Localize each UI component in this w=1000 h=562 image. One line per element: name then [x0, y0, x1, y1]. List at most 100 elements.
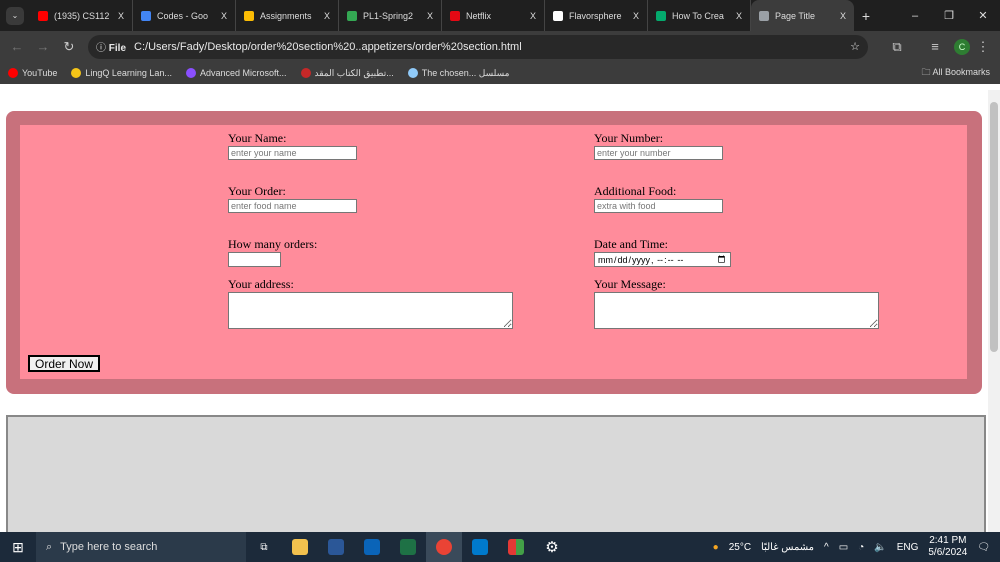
url-bar[interactable]: ⓘ File C:/Users/Fady/Desktop/order%20sec…	[88, 34, 868, 59]
additional-label: Additional Food:	[594, 184, 677, 198]
address-label: Your address:	[228, 277, 294, 291]
order-field: Your Order:	[228, 184, 357, 213]
bookmark-item[interactable]: YouTube	[8, 68, 57, 79]
bookmark-item[interactable]: LingQ Learning Lan...	[71, 68, 172, 79]
tab-title: Flavorsphere	[569, 10, 622, 21]
tab-4[interactable]: Netflix X	[442, 0, 545, 31]
tab-title: Page Title	[775, 10, 816, 21]
number-input[interactable]	[594, 146, 723, 160]
tab-close-icon[interactable]: X	[530, 11, 536, 21]
app-icon[interactable]	[498, 532, 534, 562]
all-bookmarks[interactable]: 🗀 All Bookmarks	[921, 65, 1000, 81]
bookmark-label: تطبيق الكتاب المقد...	[314, 67, 394, 78]
excel-icon[interactable]	[390, 532, 426, 562]
bookmark-favicon-icon	[407, 68, 418, 79]
count-input[interactable]	[228, 252, 281, 267]
tab-favicon-icon	[656, 10, 666, 21]
order-label: Your Order:	[228, 184, 286, 198]
bookmark-label: YouTube	[22, 67, 58, 78]
taskbar-search[interactable]: ⌕ Type here to search	[36, 532, 246, 562]
close-window-button[interactable]: ✕	[966, 9, 1000, 22]
bookmark-label: Advanced Microsoft...	[199, 67, 287, 78]
name-label: Your Name:	[228, 131, 287, 145]
task-view-icon[interactable]: ⧉	[246, 532, 282, 562]
bookmark-label: LingQ Learning Lan...	[85, 67, 172, 78]
word-icon[interactable]	[318, 532, 354, 562]
order-now-button[interactable]: Order Now	[28, 355, 101, 372]
tab-close-icon[interactable]: X	[221, 11, 227, 21]
extensions-icon[interactable]: ⧉	[884, 39, 910, 55]
message-textarea[interactable]	[594, 292, 879, 329]
tab-7[interactable]: Page Title X	[751, 0, 854, 31]
new-tab-button[interactable]: +	[854, 8, 878, 24]
tab-favicon-icon	[759, 10, 769, 21]
forward-icon[interactable]: →	[30, 39, 56, 54]
address-bar-row: ← → ↻ ⓘ File C:/Users/Fady/Desktop/order…	[0, 31, 1000, 62]
tray-chevron-icon[interactable]: ^	[824, 542, 829, 553]
scrollbar-thumb[interactable]	[990, 102, 998, 352]
tab-close-icon[interactable]: X	[118, 11, 124, 21]
address-textarea[interactable]	[228, 292, 513, 329]
file-chip: File	[108, 43, 127, 54]
bookmark-label: The chosen... مسلسل	[421, 67, 510, 78]
weather-text[interactable]: مشمس غالبًا	[761, 542, 814, 553]
url-text: C:/Users/Fady/Desktop/order%20section%20…	[134, 40, 522, 53]
back-icon[interactable]: ←	[4, 39, 30, 54]
tab-close-icon[interactable]: X	[840, 11, 846, 21]
tab-3[interactable]: PL1-Spring2 X	[339, 0, 442, 31]
tab-5[interactable]: Flavorsphere X	[545, 0, 648, 31]
bookmark-star-icon[interactable]: ☆	[850, 40, 860, 53]
all-bookmarks-label: All Bookmarks	[932, 67, 990, 77]
file-explorer-icon[interactable]	[282, 532, 318, 562]
tab-1[interactable]: Codes - Goo X	[133, 0, 236, 31]
bookmark-favicon-icon	[8, 68, 18, 79]
profile-avatar[interactable]: C	[954, 38, 970, 55]
datetime-input[interactable]	[594, 252, 731, 267]
page-content: Your Name: Your Number: Your Order: Addi…	[0, 90, 988, 545]
bookmark-item[interactable]: The chosen... مسلسل	[407, 67, 510, 79]
order-input[interactable]	[228, 199, 357, 213]
chrome-icon[interactable]	[426, 532, 462, 562]
language-indicator[interactable]: ENG	[897, 542, 919, 553]
additional-input[interactable]	[594, 199, 723, 213]
tab-search-button[interactable]: ⌄	[6, 6, 24, 25]
tab-close-icon[interactable]: X	[324, 11, 330, 21]
bookmark-item[interactable]: تطبيق الكتاب المقد...	[300, 67, 394, 79]
order-form: Your Name: Your Number: Your Order: Addi…	[20, 125, 967, 379]
media-icon[interactable]: ≡	[922, 39, 948, 54]
info-icon[interactable]: ⓘ File	[96, 39, 126, 54]
reload-icon[interactable]: ↻	[56, 39, 82, 55]
bookmarks-bar: YouTube LingQ Learning Lan... Advanced Mic…	[0, 62, 1000, 84]
menu-icon[interactable]: ⋮	[970, 39, 996, 55]
notifications-icon[interactable]: 🗨	[977, 542, 990, 553]
bookmark-item[interactable]: Advanced Microsoft...	[185, 67, 287, 79]
tab-title: Codes - Goo	[157, 10, 209, 21]
tab-6[interactable]: How To Crea X	[648, 0, 751, 31]
clock-time: 2:41 PM	[929, 535, 967, 546]
settings-icon[interactable]: ⚙	[534, 532, 570, 562]
battery-icon[interactable]: ▭	[839, 542, 848, 553]
start-icon[interactable]: ⊞	[0, 532, 36, 562]
volume-icon[interactable]: 🔈	[874, 542, 886, 553]
tab-title: Assignments	[260, 10, 312, 21]
wifi-icon[interactable]: ◔	[858, 542, 864, 553]
tab-title: Netflix	[466, 10, 492, 21]
tab-close-icon[interactable]: X	[736, 11, 742, 21]
minimize-button[interactable]: –	[898, 10, 932, 22]
name-input[interactable]	[228, 146, 357, 160]
clock[interactable]: 2:41 PM 5/6/2024	[928, 535, 967, 559]
tab-close-icon[interactable]: X	[633, 11, 639, 21]
datetime-label: Date and Time:	[594, 237, 668, 251]
datetime-field: Date and Time:	[594, 237, 731, 267]
vscode-icon[interactable]	[462, 532, 498, 562]
scrollbar[interactable]	[988, 90, 1000, 532]
tab-0[interactable]: (1935) CS112 X	[30, 0, 133, 31]
tab-2[interactable]: Assignments X	[236, 0, 339, 31]
weather-temp[interactable]: 25°C	[729, 542, 751, 553]
weather-icon[interactable]: ●	[713, 542, 719, 553]
outlook-icon[interactable]	[354, 532, 390, 562]
restore-button[interactable]: ❐	[932, 9, 966, 22]
tab-close-icon[interactable]: X	[427, 11, 433, 21]
tab-title: How To Crea	[672, 10, 724, 21]
number-label: Your Number:	[594, 131, 664, 145]
